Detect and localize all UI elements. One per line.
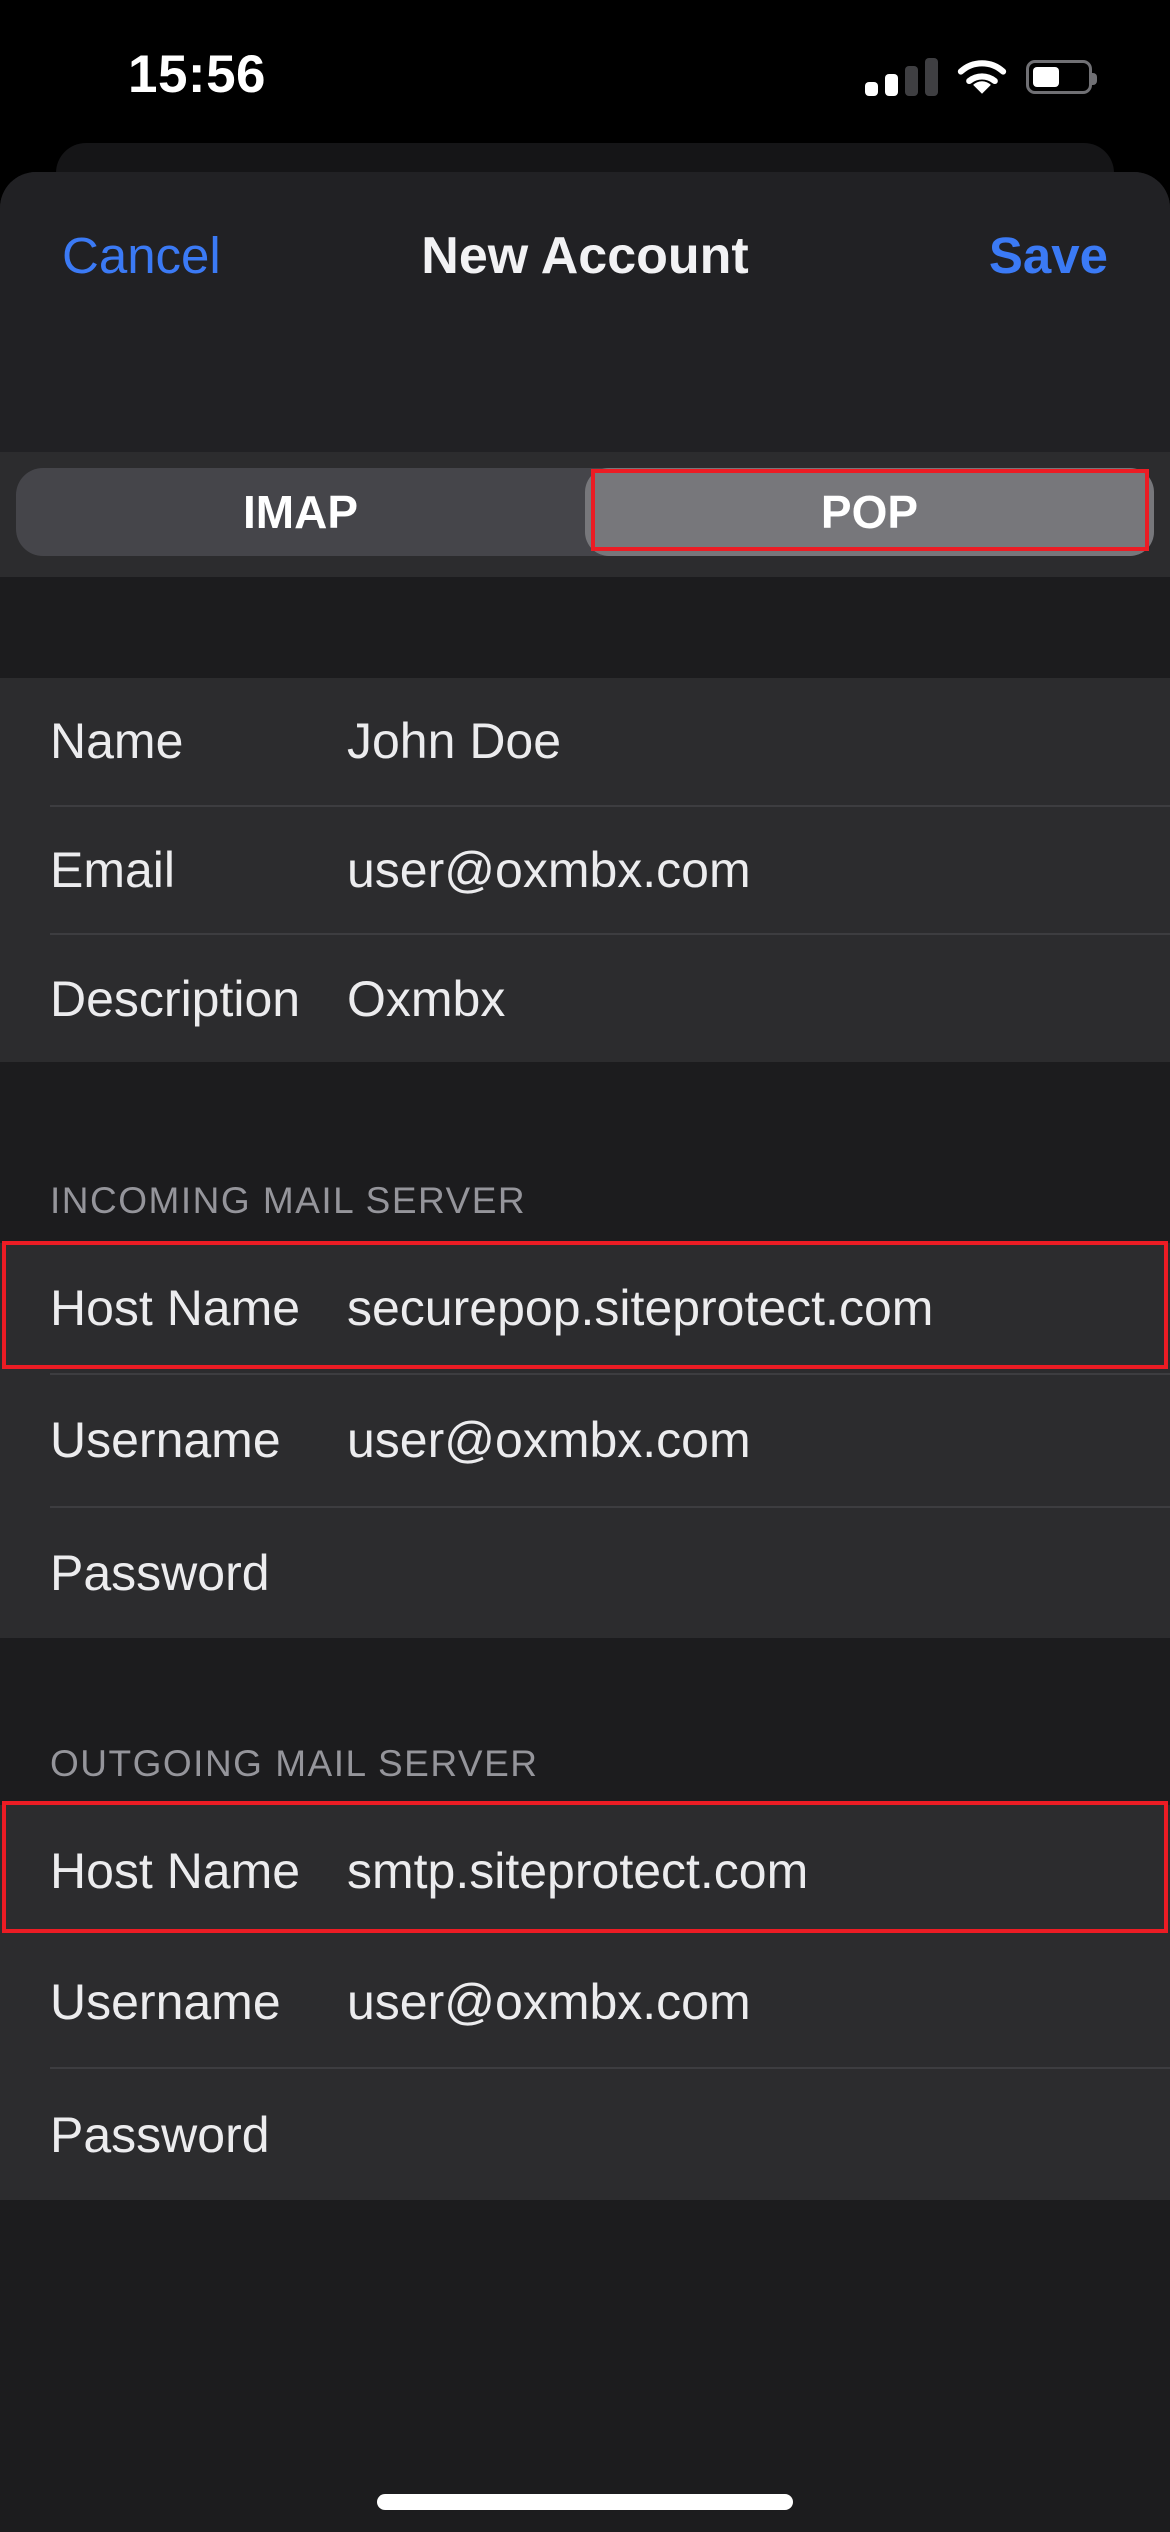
incoming-username-row[interactable]: Username user@oxmbx.com — [0, 1375, 1170, 1505]
segment-imap[interactable]: IMAP — [16, 468, 585, 556]
annotation-box-pop-segment — [591, 469, 1149, 551]
save-button[interactable]: Save — [989, 229, 1108, 283]
name-field[interactable]: John Doe — [347, 712, 561, 770]
cellular-signal-icon — [865, 58, 938, 96]
outgoing-username-label: Username — [50, 1973, 347, 2031]
nav-bar: Cancel New Account Save — [0, 172, 1170, 452]
email-label: Email — [50, 841, 347, 899]
account-info-group: Name John Doe Email user@oxmbx.com Descr… — [0, 678, 1170, 1062]
incoming-username-label: Username — [50, 1411, 347, 1469]
status-time: 15:56 — [112, 44, 282, 105]
name-row[interactable]: Name John Doe — [0, 678, 1170, 805]
status-icons — [865, 56, 1092, 96]
battery-icon — [1026, 60, 1092, 94]
iphone-screen: 15:56 Cancel New Account Save IMAP POP — [0, 0, 1170, 2532]
outgoing-password-label: Password — [50, 2106, 347, 2164]
description-field[interactable]: Oxmbx — [347, 970, 505, 1028]
wifi-icon — [954, 56, 1010, 96]
annotation-box-outgoing-host — [2, 1801, 1168, 1933]
outgoing-password-row[interactable]: Password — [0, 2069, 1170, 2200]
description-label: Description — [50, 970, 347, 1028]
name-label: Name — [50, 712, 347, 770]
incoming-password-label: Password — [50, 1544, 347, 1602]
outgoing-username-row[interactable]: Username user@oxmbx.com — [0, 1936, 1170, 2067]
email-row[interactable]: Email user@oxmbx.com — [0, 807, 1170, 934]
home-indicator[interactable] — [377, 2494, 793, 2510]
outgoing-section-header: OUTGOING MAIL SERVER — [50, 1743, 538, 1785]
email-field[interactable]: user@oxmbx.com — [347, 841, 751, 899]
incoming-username-field[interactable]: user@oxmbx.com — [347, 1411, 751, 1469]
description-row[interactable]: Description Oxmbx — [0, 935, 1170, 1062]
incoming-section-header: INCOMING MAIL SERVER — [50, 1180, 526, 1222]
outgoing-username-field[interactable]: user@oxmbx.com — [347, 1973, 751, 2031]
annotation-box-incoming-host — [2, 1241, 1168, 1369]
incoming-password-row[interactable]: Password — [0, 1508, 1170, 1638]
